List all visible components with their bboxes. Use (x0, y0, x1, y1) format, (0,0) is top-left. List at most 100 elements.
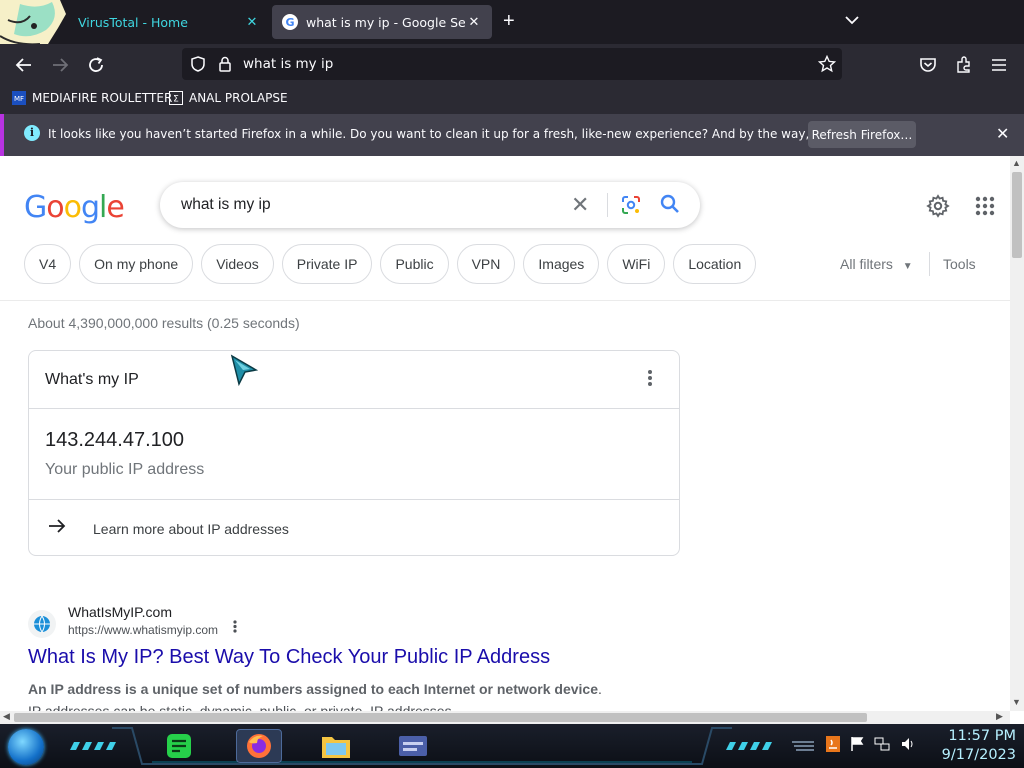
logo-letter: G (24, 190, 47, 225)
taskbar-firefox[interactable] (236, 729, 282, 763)
horizontal-scrollbar[interactable]: ◀ ▶ (0, 711, 1010, 724)
search-box[interactable]: what is my ip ✕ (160, 182, 700, 228)
close-tab-icon[interactable]: ✕ (466, 15, 482, 30)
search-icon[interactable] (659, 193, 681, 215)
arrow-right-icon[interactable] (47, 517, 67, 541)
scroll-down-icon[interactable]: ▼ (1012, 697, 1021, 707)
forward-icon[interactable] (49, 54, 71, 76)
ip-card-divider (29, 499, 679, 500)
mediafire-favicon-icon: MF (12, 91, 26, 105)
scroll-right-icon[interactable]: ▶ (996, 711, 1003, 722)
taskbar-file-explorer[interactable] (313, 729, 359, 763)
bookmarks-toolbar: MF MEDIAFIRE ROULETTER Σ ANAL PROLAPSE (0, 86, 1024, 114)
logo-letter: o (46, 190, 64, 225)
more-options-icon[interactable] (647, 369, 653, 390)
close-tab-icon[interactable]: ✕ (244, 15, 260, 30)
notification-message: It looks like you haven’t started Firefo… (48, 127, 904, 141)
bookmark-label: MEDIAFIRE ROULETTER (32, 91, 173, 105)
vertical-scrollbar[interactable]: ▲ ▼ (1010, 156, 1024, 711)
tools-button[interactable]: Tools (943, 256, 976, 272)
google-logo[interactable]: Google (24, 190, 125, 225)
refresh-firefox-button[interactable]: Refresh Firefox… (808, 121, 916, 148)
chip-wifi[interactable]: WiFi (607, 244, 666, 284)
system-tray (826, 736, 916, 752)
result-title-link[interactable]: What Is My IP? Best Way To Check Your Pu… (28, 646, 550, 669)
back-icon[interactable] (13, 54, 35, 76)
refresh-notification-bar: i It looks like you haven’t started Fire… (0, 114, 1024, 156)
address-bar[interactable]: what is my ip (182, 48, 842, 80)
shield-icon[interactable] (190, 56, 206, 72)
chip-private-ip[interactable]: Private IP (281, 244, 373, 284)
google-results-page: Google what is my ip ✕ V4 On my phone Vi… (0, 156, 1010, 711)
site-favicon-icon[interactable] (28, 610, 56, 638)
whats-my-ip-card: What's my IP 143.244.47.100 Your public … (28, 350, 680, 556)
mouse-cursor-icon (230, 354, 258, 387)
start-orb-icon[interactable] (8, 729, 44, 765)
taskbar-notes-app[interactable] (156, 729, 202, 763)
folder-icon (322, 737, 350, 758)
clear-icon[interactable]: ✕ (571, 192, 589, 218)
bookmark-mediafire[interactable]: MF MEDIAFIRE ROULETTER (12, 91, 172, 105)
search-divider (607, 193, 608, 217)
tab-title: what is my ip - Google Search (306, 14, 466, 30)
system-clock[interactable]: 11:57 PM 9/17/2023 (930, 727, 1016, 765)
tab-virustotal[interactable]: VirusTotal - Home ✕ (68, 5, 270, 39)
result-stats: About 4,390,000,000 results (0.25 second… (28, 315, 300, 331)
decorative-chevrons-icon (726, 742, 772, 750)
tab-title: VirusTotal - Home (78, 14, 188, 30)
volume-icon[interactable] (900, 736, 916, 752)
clock-date: 9/17/2023 (941, 747, 1016, 763)
ip-card-divider (29, 408, 679, 409)
logo-letter: e (106, 190, 124, 225)
java-update-icon[interactable] (826, 736, 840, 752)
google-lens-icon[interactable] (620, 194, 642, 216)
taskbar: 11:57 PM 9/17/2023 (0, 724, 1024, 768)
bookmark-star-icon[interactable] (818, 55, 836, 73)
network-icon[interactable] (874, 736, 890, 752)
hamburger-menu-icon[interactable] (988, 54, 1010, 76)
info-icon: i (24, 125, 40, 141)
chip-on-my-phone[interactable]: On my phone (79, 244, 194, 284)
chip-images[interactable]: Images (523, 244, 600, 284)
ip-card-title: What's my IP (45, 371, 139, 388)
window-app-icon (399, 736, 427, 756)
reload-icon[interactable] (85, 54, 107, 76)
close-icon[interactable]: ✕ (996, 124, 1009, 144)
taskbar-window-app[interactable] (390, 729, 436, 763)
all-filters-button[interactable]: All filters ▼ (840, 256, 913, 272)
chip-public[interactable]: Public (380, 244, 449, 284)
tab-google-search[interactable]: G what is my ip - Google Search ✕ (272, 5, 492, 39)
scroll-up-icon[interactable]: ▲ (1012, 158, 1021, 168)
extensions-icon[interactable] (953, 54, 975, 76)
scrollbar-thumb[interactable] (14, 713, 867, 722)
chip-vpn[interactable]: VPN (456, 244, 516, 284)
all-filters-label: All filters (840, 256, 893, 272)
chip-location[interactable]: Location (673, 244, 757, 284)
result-more-options-icon[interactable] (233, 620, 237, 636)
scrollbar-thumb[interactable] (1012, 172, 1022, 258)
gear-icon[interactable] (926, 194, 950, 218)
lock-icon[interactable] (218, 56, 232, 72)
learn-more-link[interactable]: Learn more about IP addresses (93, 521, 289, 537)
svg-text:Σ: Σ (173, 95, 179, 105)
url-text[interactable]: what is my ip (243, 56, 333, 72)
chip-videos[interactable]: Videos (201, 244, 274, 284)
ip-address-caption: Your public IP address (45, 461, 205, 478)
list-all-tabs-icon[interactable] (845, 12, 859, 28)
new-tab-icon[interactable]: + (503, 10, 515, 33)
action-center-flag-icon[interactable] (850, 736, 864, 752)
chip-v4[interactable]: V4 (24, 244, 72, 284)
bookmark-favicon-icon: Σ (169, 91, 183, 105)
caret-down-icon: ▼ (902, 261, 913, 272)
snippet-bold: An IP address is a unique set of numbers… (28, 681, 599, 697)
google-apps-grid-icon[interactable] (973, 194, 997, 218)
show-desktop-stripes-icon[interactable] (790, 740, 816, 754)
result-url[interactable]: https://www.whatismyip.com (68, 623, 218, 637)
scroll-left-icon[interactable]: ◀ (3, 711, 10, 722)
bookmark-second[interactable]: Σ ANAL PROLAPSE (169, 91, 288, 105)
logo-letter: g (80, 190, 100, 225)
pocket-icon[interactable] (917, 54, 939, 76)
logo-letter: o (63, 190, 82, 225)
search-input[interactable]: what is my ip (181, 196, 271, 214)
result-site-name[interactable]: WhatIsMyIP.com (68, 604, 172, 620)
